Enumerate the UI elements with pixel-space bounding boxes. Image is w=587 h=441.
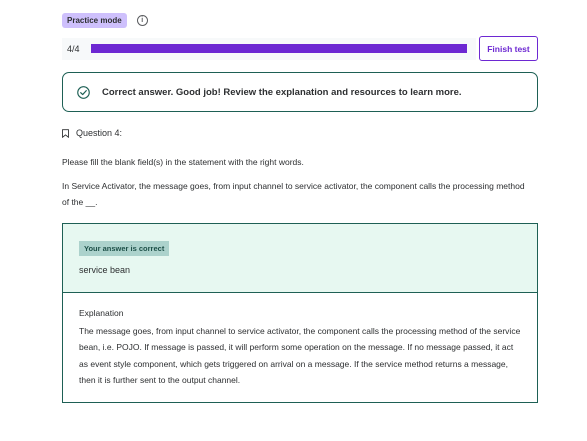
check-circle-icon xyxy=(77,85,90,99)
answer-value: service bean xyxy=(79,265,131,275)
question-header: Question 4: xyxy=(62,128,122,138)
practice-mode-badge: Practice mode xyxy=(62,13,127,28)
bookmark-icon[interactable] xyxy=(62,128,69,138)
finish-test-button[interactable]: Finish test xyxy=(479,36,538,61)
explanation-box: Explanation The message goes, from input… xyxy=(62,292,538,403)
question-label: Question 4: xyxy=(76,128,123,138)
feedback-message: Correct answer. Good job! Review the exp… xyxy=(102,86,462,98)
answer-status-tag: Your answer is correct xyxy=(79,241,170,256)
info-icon[interactable]: i xyxy=(136,15,148,26)
explanation-body: The message goes, from input channel to … xyxy=(79,326,521,385)
question-prompt: Please fill the blank field(s) in the st… xyxy=(62,157,304,167)
progress-track xyxy=(91,44,467,53)
explanation-title: Explanation xyxy=(79,308,124,318)
progress-bar-container: 4/4 xyxy=(62,38,476,60)
feedback-alert: Correct answer. Good job! Review the exp… xyxy=(62,72,538,112)
header: Practice mode i xyxy=(62,13,148,28)
progress-count: 4/4 xyxy=(67,44,80,54)
progress-fill xyxy=(91,44,467,53)
question-statement: In Service Activator, the message goes, … xyxy=(62,181,525,207)
answer-box: Your answer is correct service bean xyxy=(62,223,538,293)
